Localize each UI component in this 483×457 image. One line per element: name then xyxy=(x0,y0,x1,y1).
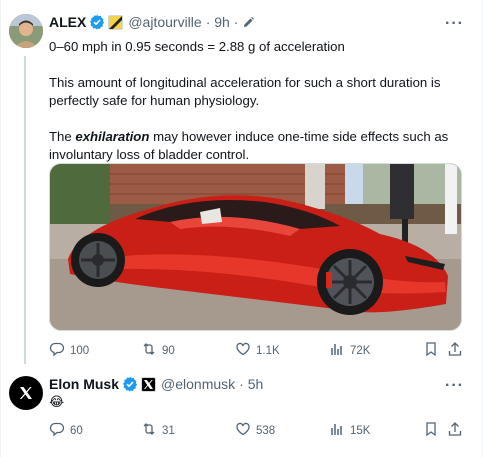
avatar-elon-musk[interactable] xyxy=(9,376,43,410)
more-icon[interactable]: ··· xyxy=(445,15,464,33)
heart-icon xyxy=(235,421,251,440)
repost-button[interactable]: 90 xyxy=(141,341,175,360)
avatar-alex[interactable] xyxy=(9,14,43,48)
tweet1-body: 0–60 mph in 0.95 seconds = 2.88 g of acc… xyxy=(49,38,469,182)
like-count: 1.1K xyxy=(256,344,280,357)
more-icon[interactable]: ··· xyxy=(445,377,464,395)
share-icon[interactable] xyxy=(447,421,463,437)
bookmark-icon[interactable] xyxy=(423,341,439,357)
thread-connector-line xyxy=(24,56,26,364)
verified-badge-icon xyxy=(89,14,105,30)
repost-count: 31 xyxy=(162,424,175,437)
like-button[interactable]: 1.1K xyxy=(235,341,280,360)
like-count: 538 xyxy=(256,424,276,437)
tweet1-action-bar: 100 90 1.1K 72K xyxy=(49,341,464,361)
tweet1-photo[interactable] xyxy=(49,163,462,331)
timeline-frame: ALEX @ajtourville · 9h · ··· 0–60 mph in… xyxy=(0,0,483,457)
reply-button[interactable]: 100 xyxy=(49,341,89,360)
author-name[interactable]: Elon Musk xyxy=(49,376,119,392)
tweet1-para2: This amount of longitudinal acceleration… xyxy=(49,75,441,108)
heart-icon xyxy=(235,341,251,360)
views-count: 72K xyxy=(350,344,371,357)
reply-count: 60 xyxy=(70,424,83,437)
share-icon[interactable] xyxy=(447,341,463,357)
author-handle[interactable]: @elonmusk xyxy=(161,376,235,392)
views-button[interactable]: 72K xyxy=(329,341,370,360)
author-handle[interactable]: @ajtourville xyxy=(128,14,201,30)
reply-button[interactable]: 60 xyxy=(49,421,83,440)
repost-icon xyxy=(141,341,157,360)
tweet-time[interactable]: · 9h · xyxy=(206,14,239,30)
bookmark-icon[interactable] xyxy=(423,421,439,437)
edited-pencil-icon[interactable] xyxy=(242,16,255,29)
affiliate-badge-icon[interactable] xyxy=(108,14,124,30)
emphasized-word: exhilaration xyxy=(75,129,150,144)
tweet1-header: ALEX @ajtourville · 9h · xyxy=(49,14,255,30)
views-icon xyxy=(329,341,345,360)
reply-icon xyxy=(49,421,65,440)
repost-button[interactable]: 31 xyxy=(141,421,175,440)
tweet2-emoji-text: 😂 xyxy=(49,394,65,409)
verified-badge-icon xyxy=(122,376,138,392)
repost-count: 90 xyxy=(162,344,175,357)
tweet2-action-bar: 60 31 538 15K xyxy=(49,421,464,441)
repost-icon xyxy=(141,421,157,440)
author-name[interactable]: ALEX xyxy=(49,14,86,30)
tweet2-header: Elon Musk @elonmusk · 5h xyxy=(49,376,263,392)
tweet-time[interactable]: · 5h xyxy=(239,376,263,392)
reply-icon xyxy=(49,341,65,360)
views-button[interactable]: 15K xyxy=(329,421,370,440)
reply-count: 100 xyxy=(70,344,90,357)
tweet1-line1: 0–60 mph in 0.95 seconds = 2.88 g of acc… xyxy=(49,39,345,54)
tweet1-para3: The exhilaration may however induce one-… xyxy=(49,129,449,162)
like-button[interactable]: 538 xyxy=(235,421,275,440)
affiliate-badge-icon[interactable] xyxy=(141,376,157,392)
views-icon xyxy=(329,421,345,440)
views-count: 15K xyxy=(350,424,371,437)
